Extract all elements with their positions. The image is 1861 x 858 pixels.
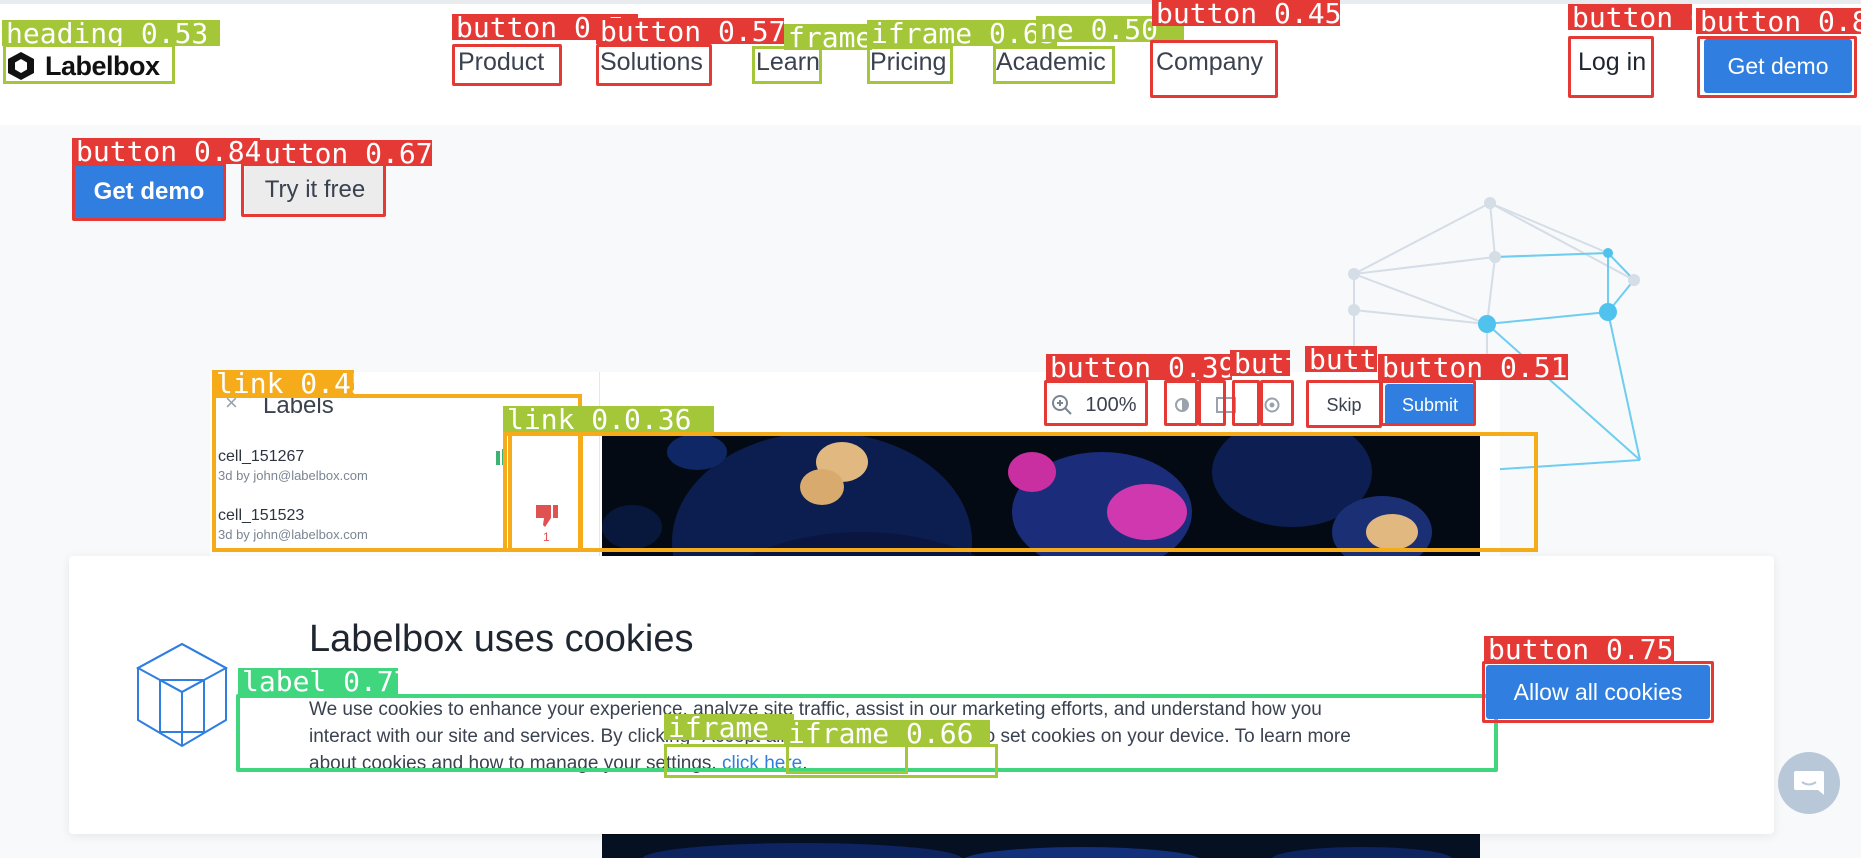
chat-launcher[interactable] xyxy=(1778,752,1840,814)
detect-box-image-link xyxy=(508,432,1538,552)
detect-tag-link-iframe: iframe 0.66 xyxy=(784,720,990,746)
microscopy-image-bottom xyxy=(602,835,1480,858)
detect-box-layout-2 xyxy=(1232,380,1260,426)
detect-box-contrast xyxy=(1164,380,1198,426)
detect-tag-labels-link: link 0.45 xyxy=(212,370,354,396)
detect-tag-pricing: iframe 0.65 xyxy=(867,20,1057,46)
detect-tag-iframe: iframe xyxy=(664,714,794,740)
detect-box-product xyxy=(452,44,562,86)
detect-tag-company: button 0.45 xyxy=(1152,0,1340,26)
detect-box-try-free xyxy=(241,163,386,217)
detect-box-company xyxy=(1150,40,1278,98)
detect-box-submit xyxy=(1380,380,1476,426)
detect-tag-solutions: button 0.57 xyxy=(596,18,784,44)
detect-box-get-demo xyxy=(1697,36,1857,98)
detect-box-settings xyxy=(1260,380,1294,426)
detect-box-skip xyxy=(1306,380,1382,428)
detect-tag-get-demo: button 0.8 xyxy=(1696,8,1861,34)
detect-box-heading xyxy=(3,44,175,84)
detect-tag-allow: button 0.75 xyxy=(1484,636,1674,662)
detect-box-academic xyxy=(993,46,1115,84)
chat-icon xyxy=(1794,771,1824,795)
detect-box-link-iframe xyxy=(786,744,908,774)
detect-box-learn xyxy=(752,46,822,84)
detect-tag-image-link: 0.36 xyxy=(620,406,714,432)
detect-tag-skip: butt xyxy=(1305,346,1377,372)
detect-tag-cookie-label: label 0.77 xyxy=(238,668,398,694)
detect-tag-settings: butt xyxy=(1230,350,1290,376)
cookie-cube-icon xyxy=(135,642,229,748)
detect-box-allow xyxy=(1482,661,1714,723)
detect-box-login xyxy=(1568,36,1654,98)
detect-box-pricing xyxy=(867,46,953,84)
detect-box-solutions xyxy=(596,44,712,86)
detect-tag-heading: heading 0.53 xyxy=(2,20,220,46)
detect-tag-zoom: button 0.39 xyxy=(1046,354,1232,380)
detect-tag-submit: button 0.51 xyxy=(1378,354,1568,380)
detect-tag-learn: frame xyxy=(784,24,872,50)
detect-box-zoom xyxy=(1044,380,1148,426)
detect-tag-try-free: utton 0.67 xyxy=(260,140,432,166)
detect-tag-hero-demo: button 0.84 xyxy=(72,138,260,164)
detect-tag-login: button 0 xyxy=(1568,4,1692,30)
cookie-title: Labelbox uses cookies xyxy=(309,618,694,660)
detect-box-layout xyxy=(1198,380,1226,426)
detect-box-hero-demo xyxy=(72,163,226,221)
